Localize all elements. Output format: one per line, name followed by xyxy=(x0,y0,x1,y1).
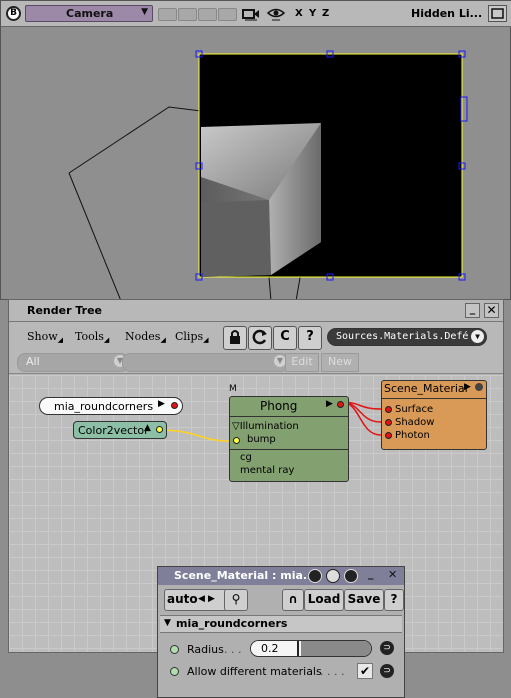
help-icon[interactable]: ? xyxy=(298,326,322,350)
property-editor-titlebar[interactable]: Scene_Material : mia... _ ✕ xyxy=(158,567,404,585)
window-title: Render Tree xyxy=(27,304,102,317)
magnet-icon[interactable]: ∩ xyxy=(282,589,304,611)
connect-icon[interactable]: ⊃ xyxy=(380,641,394,655)
wireframe-edge xyxy=(268,276,272,301)
animation-icon[interactable] xyxy=(170,645,179,654)
close-button[interactable]: ✕ xyxy=(388,568,397,581)
play-icon[interactable]: ▶ xyxy=(158,399,165,409)
viewport-slot[interactable] xyxy=(178,8,197,21)
viewport-toolbar: B Camera ▼ X Y Z Hidden Li... xyxy=(1,1,511,27)
shading-icon[interactable] xyxy=(326,569,340,583)
lock-icon[interactable] xyxy=(223,326,247,350)
triangle-icon: ▲ xyxy=(144,423,151,433)
clear-icon[interactable]: C xyxy=(273,326,297,350)
lock-icon[interactable] xyxy=(344,569,358,583)
refresh-icon[interactable] xyxy=(248,326,272,350)
allow-label: Allow different materials xyxy=(187,665,322,678)
camera-label: Camera xyxy=(66,7,114,20)
render-tree-window: Render Tree _ ✕ Show◢ Tools◢ Nodes◢ Clip… xyxy=(8,299,504,698)
render-tree-titlebar[interactable]: Render Tree _ ✕ xyxy=(9,300,503,322)
radius-slider[interactable]: 0.2 xyxy=(250,640,372,657)
search-icon[interactable]: ⚲ xyxy=(224,589,248,611)
chevron-down-icon: ▼ xyxy=(141,7,148,17)
bump-input-port[interactable] xyxy=(233,437,240,444)
viewport-letter-button[interactable]: B xyxy=(6,6,21,21)
chevron-down-icon: ▼ xyxy=(471,330,484,343)
auto-toolbar[interactable]: auto ◀ ▶ xyxy=(164,589,228,611)
node-marker: M xyxy=(229,384,237,394)
output-port[interactable] xyxy=(156,426,163,433)
menu-arrow-icon: ◢ xyxy=(57,336,64,344)
save-button[interactable]: Save xyxy=(344,589,384,611)
node-mia-roundcorners[interactable]: mia_roundcorners ▶ xyxy=(39,397,183,415)
next-icon[interactable]: ▶ xyxy=(208,590,215,608)
property-editor: Scene_Material : mia... _ ✕ auto ◀ ▶ ⚲ ∩… xyxy=(157,566,405,698)
animation-icon[interactable] xyxy=(170,667,179,676)
viewport-slot[interactable] xyxy=(158,8,177,21)
radius-value: 0.2 xyxy=(261,642,279,655)
menu-arrow-icon: ◢ xyxy=(203,336,209,344)
viewport-slot[interactable] xyxy=(218,8,237,21)
auto-button[interactable]: auto xyxy=(167,590,198,608)
node-phong[interactable]: Phong ▶ ▽Illumination bump cg mental ray xyxy=(229,396,349,482)
menu-show[interactable]: Show◢ xyxy=(27,330,63,344)
display-mode-menu[interactable]: Hidden Li... xyxy=(411,7,482,24)
prev-icon[interactable]: ◀ xyxy=(198,590,205,608)
menu-arrow-icon: ◢ xyxy=(103,336,110,344)
new-button[interactable]: New xyxy=(321,353,359,372)
collapse-icon: ▼ xyxy=(164,618,171,628)
cube-left-face xyxy=(201,200,271,277)
illumination-group[interactable]: ▽Illumination xyxy=(232,421,299,432)
preset-select[interactable]: ▼ xyxy=(122,353,289,372)
camera-viewport[interactable]: B Camera ▼ X Y Z Hidden Li... xyxy=(0,0,511,301)
filter-select[interactable]: All ▼ xyxy=(17,353,129,372)
wireframe-edge xyxy=(68,172,122,301)
video-camera-icon[interactable] xyxy=(242,6,260,23)
play-icon[interactable]: ▶ xyxy=(464,382,471,392)
minimize-button[interactable]: _ xyxy=(465,303,480,318)
node-scene-material[interactable]: Scene_Material ▶ Surface Shadow Photon xyxy=(381,380,487,450)
minimize-button[interactable]: _ xyxy=(368,567,374,580)
maximize-button[interactable] xyxy=(488,5,507,22)
eye-icon[interactable] xyxy=(266,6,286,23)
axis-z-button[interactable]: Z xyxy=(322,8,329,25)
allow-different-materials-checkbox[interactable]: ✔ xyxy=(357,663,373,679)
section-header[interactable]: ▼ mia_roundcorners xyxy=(160,615,402,633)
shadow-port[interactable] xyxy=(385,419,392,426)
photon-port[interactable] xyxy=(385,432,392,439)
load-button[interactable]: Load xyxy=(304,589,344,611)
node-color2vector[interactable]: Color2vector ▲ xyxy=(73,421,167,439)
menu-arrow-icon: ◢ xyxy=(160,336,166,344)
surface-port[interactable] xyxy=(385,406,392,413)
camera-dropdown[interactable]: Camera ▼ xyxy=(25,5,153,22)
node-graph-canvas[interactable]: mia_roundcorners ▶ Color2vector ▲ M Phon… xyxy=(9,375,503,698)
axis-y-button[interactable]: Y xyxy=(309,8,316,25)
radius-label: Radius xyxy=(187,643,224,656)
connect-icon[interactable]: ⊃ xyxy=(380,664,394,678)
output-port[interactable] xyxy=(337,401,344,408)
menu-tools[interactable]: Tools◢ xyxy=(75,330,109,344)
render-tree-toolbar: Show◢ Tools◢ Nodes◢ Clips◢ C ? Sources.M… xyxy=(9,322,503,374)
view-icon[interactable] xyxy=(308,569,322,583)
viewport-slot[interactable] xyxy=(198,8,217,21)
viewport-scene xyxy=(68,50,468,301)
close-button[interactable]: ✕ xyxy=(484,303,499,318)
edit-button[interactable]: Edit xyxy=(285,353,319,372)
menu-nodes[interactable]: Nodes◢ xyxy=(125,330,166,344)
help-icon[interactable]: ? xyxy=(384,589,404,611)
menu-clips[interactable]: Clips◢ xyxy=(175,330,209,344)
play-icon[interactable]: ▶ xyxy=(326,399,333,409)
gear-icon[interactable] xyxy=(475,383,483,391)
output-port[interactable] xyxy=(171,402,178,409)
wireframe-edge xyxy=(68,106,202,174)
source-dropdown[interactable]: Sources.Materials.Defé ▼ xyxy=(327,328,487,346)
axis-x-button[interactable]: X xyxy=(295,8,303,25)
